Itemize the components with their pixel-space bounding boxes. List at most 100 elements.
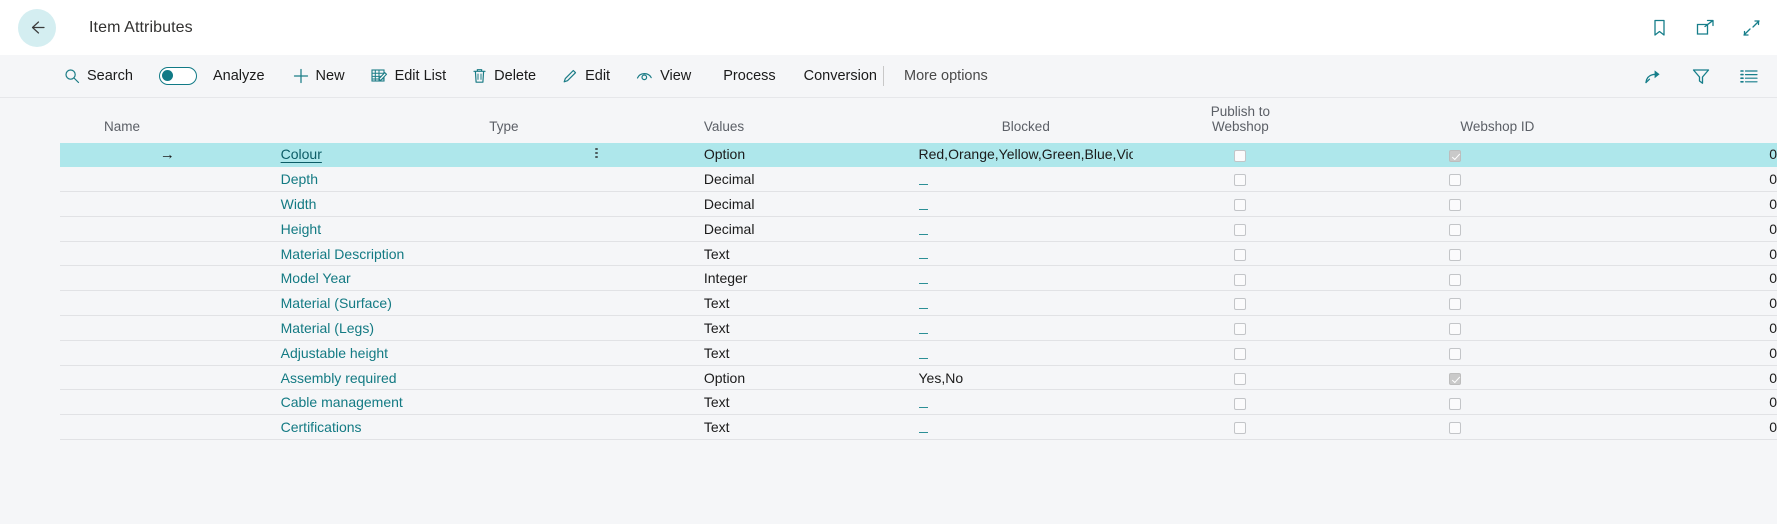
publish-to-webshop-checkbox[interactable] [1449,298,1462,311]
cell-type[interactable]: Text [703,290,919,317]
row-menu-button[interactable] [489,315,704,341]
column-header-values[interactable]: Values [703,98,919,142]
row-menu-button[interactable] [489,241,704,267]
table-row[interactable]: Model Year Integer 0 [60,265,1777,292]
cell-publish-to-webshop[interactable] [1347,166,1563,193]
blocked-checkbox[interactable] [1234,224,1247,237]
share-icon[interactable] [1643,67,1663,87]
cell-type[interactable]: Text [703,414,919,441]
cell-type[interactable]: Text [703,340,919,366]
cell-name[interactable]: Colour [274,142,490,168]
cell-webshop-id[interactable]: 0 [1562,191,1777,217]
publish-to-webshop-checkbox[interactable] [1449,422,1462,435]
column-header-name[interactable]: Name [60,98,490,142]
blocked-checkbox[interactable] [1234,174,1247,187]
cell-blocked[interactable] [1133,414,1348,441]
blocked-checkbox[interactable] [1234,397,1247,410]
row-selector-arrow[interactable] [60,191,275,217]
cell-webshop-id[interactable]: 0 [1562,142,1777,168]
open-in-new-window-icon[interactable] [1695,18,1715,38]
conversion-button[interactable]: Conversion [802,61,879,91]
cell-blocked[interactable] [1133,315,1348,341]
cell-webshop-id[interactable]: 0 [1562,389,1777,416]
row-menu-button[interactable] [489,265,704,292]
cell-values[interactable] [918,315,1134,341]
publish-to-webshop-checkbox[interactable] [1449,397,1462,410]
row-menu-button[interactable] [489,365,704,391]
cell-values[interactable] [918,340,1134,366]
blocked-checkbox[interactable] [1234,248,1247,261]
cell-publish-to-webshop[interactable] [1347,216,1563,242]
more-options-button[interactable]: More options [902,61,990,91]
row-selector-arrow[interactable] [60,166,275,193]
cell-blocked[interactable] [1133,365,1348,391]
cell-values[interactable] [918,414,1134,441]
cell-name[interactable]: Height [274,216,490,242]
row-selector-arrow[interactable] [60,365,275,391]
publish-to-webshop-checkbox[interactable] [1449,348,1462,361]
cell-publish-to-webshop[interactable] [1347,241,1563,267]
column-header-publish-to-webshop[interactable]: Publish to Webshop [1133,98,1348,142]
collapse-icon[interactable] [1741,18,1761,38]
cell-values[interactable] [918,265,1134,292]
row-menu-button[interactable] [489,166,704,193]
row-selector-arrow[interactable] [60,265,275,292]
publish-to-webshop-checkbox[interactable] [1449,248,1462,261]
cell-webshop-id[interactable]: 0 [1562,340,1777,366]
cell-type[interactable]: Decimal [703,166,919,193]
process-button[interactable]: Process [721,61,777,91]
blocked-checkbox[interactable] [1234,348,1247,361]
row-selector-arrow[interactable] [60,414,275,441]
table-row[interactable]: Assembly required Option Yes,No 0 [60,365,1777,391]
cell-blocked[interactable] [1133,166,1348,193]
cell-publish-to-webshop[interactable] [1347,414,1563,441]
row-menu-button[interactable] [489,216,704,242]
blocked-checkbox[interactable] [1234,323,1247,336]
list-view-icon[interactable] [1739,67,1759,87]
column-header-blocked[interactable]: Blocked [918,98,1134,142]
cell-publish-to-webshop[interactable] [1347,340,1563,366]
cell-type[interactable]: Option [703,142,919,168]
cell-blocked[interactable] [1133,142,1348,168]
publish-to-webshop-checkbox[interactable] [1449,199,1462,212]
cell-type[interactable]: Option [703,365,919,391]
cell-webshop-id[interactable]: 0 [1562,265,1777,292]
column-header-webshop-id[interactable]: Webshop ID [1347,98,1563,142]
table-row[interactable]: Width Decimal 0 [60,191,1777,217]
publish-to-webshop-checkbox[interactable] [1449,149,1462,162]
analyze-toggle[interactable] [158,67,197,85]
cell-publish-to-webshop[interactable] [1347,191,1563,217]
cell-webshop-id[interactable]: 0 [1562,166,1777,193]
cell-webshop-id[interactable]: 0 [1562,241,1777,267]
table-row[interactable]: Material (Surface) Text 0 [60,290,1777,317]
edit-list-button[interactable]: Edit List [369,61,449,91]
cell-values[interactable] [918,290,1134,317]
cell-name[interactable]: Adjustable height [274,340,490,366]
cell-publish-to-webshop[interactable] [1347,389,1563,416]
row-selector-arrow[interactable] [60,340,275,366]
row-menu-button[interactable] [489,191,704,217]
search-button[interactable]: Search [62,61,135,91]
cell-blocked[interactable] [1133,389,1348,416]
row-selector-arrow[interactable] [60,290,275,317]
publish-to-webshop-checkbox[interactable] [1449,273,1462,286]
view-button[interactable]: View [634,61,693,91]
bookmark-icon[interactable] [1649,18,1669,38]
row-menu-button[interactable] [489,414,704,441]
cell-publish-to-webshop[interactable] [1347,365,1563,391]
row-menu-button[interactable] [489,290,704,317]
cell-values[interactable] [918,191,1134,217]
row-selector-arrow[interactable]: → [60,142,275,168]
cell-type[interactable]: Integer [703,265,919,292]
cell-webshop-id[interactable]: 0 [1562,216,1777,242]
table-row[interactable]: Height Decimal 0 [60,216,1777,242]
cell-blocked[interactable] [1133,340,1348,366]
table-row[interactable]: Material Description Text 0 [60,241,1777,267]
cell-values[interactable] [918,166,1134,193]
cell-publish-to-webshop[interactable] [1347,290,1563,317]
blocked-checkbox[interactable] [1234,273,1247,286]
cell-blocked[interactable] [1133,265,1348,292]
cell-blocked[interactable] [1133,216,1348,242]
table-row[interactable]: Adjustable height Text 0 [60,340,1777,366]
row-selector-arrow[interactable] [60,315,275,341]
